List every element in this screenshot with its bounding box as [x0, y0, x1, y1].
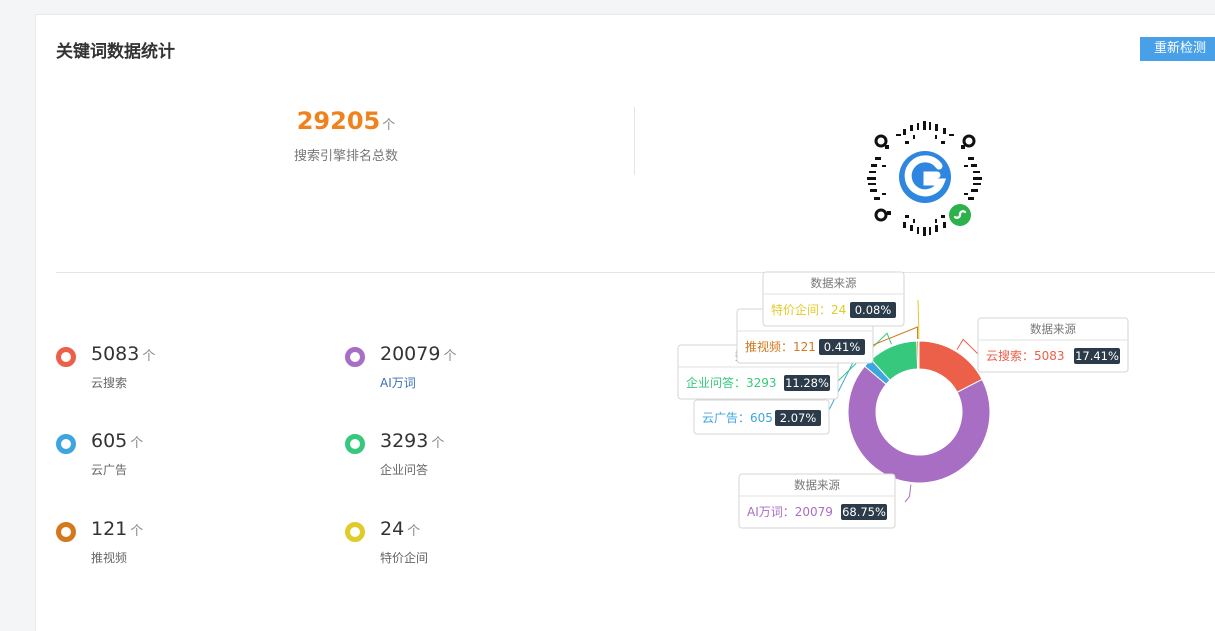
page-title: 关键词数据统计: [56, 42, 175, 62]
stat-unit: 个: [407, 524, 421, 539]
special-price-dot-icon: [345, 522, 365, 542]
stat-value: 121: [91, 518, 128, 540]
stat-cloud-search: 5083 个 云搜索: [56, 343, 256, 393]
stat-unit: 个: [443, 349, 457, 364]
stat-value: 20079: [380, 343, 441, 365]
enterprise-qa-dot-icon: [345, 434, 365, 454]
total-summary: 29205 个 搜索引擎排名总数: [56, 107, 636, 177]
total-count: 29205: [296, 107, 381, 135]
stat-label-link[interactable]: AI万词: [380, 374, 416, 391]
cloud-ads-dot-icon: [56, 434, 76, 454]
push-video-dot-icon: [56, 522, 76, 542]
stat-value: 605: [91, 430, 128, 452]
stat-value: 5083: [91, 343, 140, 365]
stat-label: 推视频: [91, 551, 128, 565]
ai-words-dot-icon: [345, 347, 365, 367]
stat-push-video: 121 个 推视频: [56, 518, 256, 568]
stat-special-price: 24 个 特价企间: [345, 518, 545, 568]
stat-unit: 个: [431, 436, 445, 451]
stat-unit: 个: [130, 436, 144, 451]
stat-label: 特价企间: [380, 551, 429, 565]
total-label: 搜索引擎排名总数: [293, 149, 398, 164]
keyword-stats-panel: 关键词数据统计 重新检测 29205 个 搜索引擎排名总数 5083 个 云搜索…: [35, 14, 1215, 631]
qr-code-icon: [867, 121, 982, 236]
stat-cloud-ads: 605 个 云广告: [56, 430, 256, 480]
stat-unit: 个: [130, 524, 144, 539]
total-unit: 个: [382, 118, 396, 133]
stat-value: 24: [380, 518, 405, 540]
recheck-button[interactable]: 重新检测: [1140, 37, 1215, 61]
cloud-search-dot-icon: [56, 347, 76, 367]
stat-ai-words: 20079 个 AI万词: [345, 343, 545, 393]
stat-unit: 个: [142, 349, 156, 364]
stat-label: 云搜索: [91, 376, 128, 390]
vertical-divider: [634, 107, 635, 175]
stat-label: 企业问答: [380, 463, 429, 477]
horizontal-divider: [56, 272, 1215, 273]
stat-enterprise-qa: 3293 个 企业问答: [345, 430, 545, 480]
stat-label: 云广告: [91, 463, 128, 477]
stat-value: 3293: [380, 430, 429, 452]
